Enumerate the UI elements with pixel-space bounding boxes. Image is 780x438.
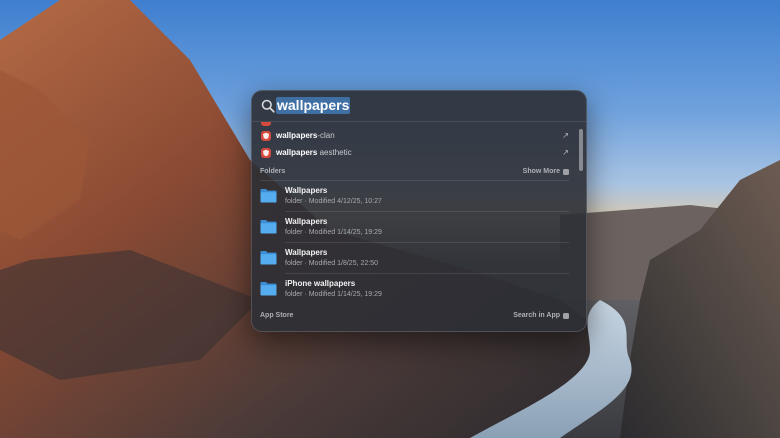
folder-result-row[interactable]: Wallpapers folder · Modified 1/14/25, 19…	[252, 212, 586, 243]
keyboard-shortcut-icon	[563, 313, 569, 319]
folder-name: Wallpapers	[285, 186, 328, 195]
folder-meta: folder · Modified 1/8/25, 22:50	[285, 260, 379, 267]
show-more-button[interactable]: Show More	[523, 165, 569, 179]
folder-meta: folder · Modified 1/14/25, 19:29	[285, 229, 382, 236]
brave-browser-icon	[261, 148, 271, 158]
suggestion-text: wallpapers-clan	[276, 131, 335, 140]
section-label: Folders	[260, 168, 286, 175]
brave-browser-icon	[261, 122, 271, 126]
arrow-up-right-icon: ↗	[562, 148, 569, 157]
folder-result-row[interactable]: Wallpapers folder · Modified 4/12/25, 10…	[252, 181, 586, 212]
folder-name: iPhone wallpapers	[285, 279, 356, 288]
folder-icon	[260, 220, 277, 234]
results-list: wallpapers-clan ↗ wallpapers aesthetic ↗…	[252, 122, 586, 331]
folder-result-row[interactable]: Wallpapers folder · Modified 1/8/25, 22:…	[252, 243, 586, 274]
folder-result-row[interactable]: iPhone wallpapers folder · Modified 1/14…	[252, 274, 586, 305]
scrollbar[interactable]	[579, 129, 583, 171]
folder-meta: folder · Modified 4/12/25, 10:27	[285, 198, 382, 205]
folder-name: Wallpapers	[285, 248, 328, 257]
search-bar[interactable]: wallpapers	[252, 91, 586, 122]
suggestion-row-1[interactable]: wallpapers-clan ↗	[252, 127, 586, 144]
search-in-app-button[interactable]: Search in App	[513, 309, 569, 323]
folder-name: Wallpapers	[285, 217, 328, 226]
suggestion-row-2[interactable]: wallpapers aesthetic ↗	[252, 144, 586, 161]
folder-icon	[260, 189, 277, 203]
folder-meta: folder · Modified 1/14/25, 19:29	[285, 291, 382, 298]
folders-section-header: Folders Show More	[252, 165, 586, 179]
keyboard-shortcut-icon	[563, 169, 569, 175]
search-icon	[261, 99, 275, 113]
folder-icon	[260, 251, 277, 265]
brave-browser-icon	[261, 131, 271, 141]
section-label: App Store	[260, 312, 294, 319]
search-input[interactable]: wallpapers	[276, 97, 351, 114]
folder-icon	[260, 282, 277, 296]
suggestion-text: wallpapers aesthetic	[276, 148, 352, 157]
arrow-up-right-icon: ↗	[562, 131, 569, 140]
spotlight-panel: wallpapers wallpapers-clan ↗ wallpapers …	[251, 90, 587, 332]
appstore-section-header: App Store Search in App	[252, 309, 586, 323]
